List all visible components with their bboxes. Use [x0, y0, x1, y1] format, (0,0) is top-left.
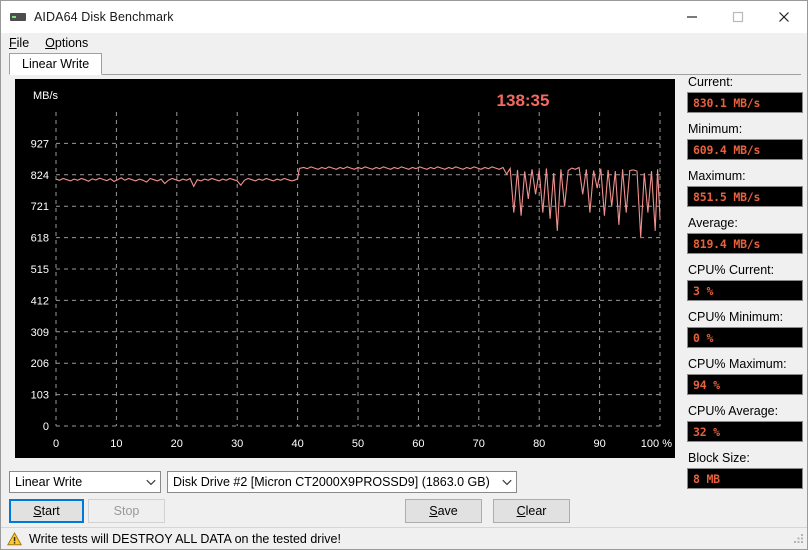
clear-button-accel: C [516, 504, 526, 518]
save-button[interactable]: Save [405, 499, 482, 523]
stat-current: Current: 830.1 MB/s [687, 75, 803, 113]
tab-linear-write[interactable]: Linear Write [9, 53, 103, 75]
y-tick-label: 103 [31, 390, 49, 402]
test-type-value: Linear Write [15, 475, 83, 489]
stat-cpu-average-value: 32 % [687, 421, 803, 442]
y-tick-label: 824 [31, 170, 49, 182]
start-button[interactable]: Start [9, 499, 84, 523]
y-tick-label: 618 [31, 233, 49, 245]
y-tick-label: 515 [31, 264, 49, 276]
benchmark-chart: 0 103 206 309 412 515 618 721 824 927 0 10 20 30 40 50… [15, 79, 675, 458]
start-button-accel: S [33, 504, 42, 518]
save-button-label: ave [437, 504, 458, 518]
clear-button-label: lear [525, 504, 547, 518]
drive-select[interactable]: Disk Drive #2 [Micron CT2000X9PROSSD9] (… [167, 471, 517, 493]
stat-cpu-minimum-label: CPU% Minimum: [688, 310, 784, 324]
stat-block-size-value: 8 MB [687, 468, 803, 489]
x-tick-label: 10 [110, 438, 122, 450]
tab-strip-underline [9, 74, 801, 75]
chevron-down-icon [142, 479, 160, 486]
x-tick-label: 20 [171, 438, 183, 450]
stop-button: Stop [88, 499, 165, 523]
stat-minimum: Minimum: 609.4 MB/s [687, 122, 803, 160]
stat-cpu-maximum-value: 94 % [687, 374, 803, 395]
minimize-button[interactable] [669, 1, 715, 33]
menu-item-options[interactable]: Options [45, 34, 97, 52]
x-tick-label: 0 [53, 438, 59, 450]
stat-cpu-average: CPU% Average: 32 % [687, 404, 803, 442]
stat-average-value: 819.4 MB/s [687, 233, 803, 254]
maximize-button[interactable] [715, 1, 761, 33]
y-tick-label: 0 [43, 421, 49, 433]
x-tick-label: 30 [231, 438, 243, 450]
y-tick-label: 412 [31, 295, 49, 307]
title-bar: AIDA64 Disk Benchmark [1, 1, 807, 33]
save-button-accel: S [429, 504, 438, 518]
x-tick-label: 50 [352, 438, 364, 450]
stat-average-label: Average: [688, 216, 738, 230]
tab-strip: Linear Write [9, 53, 801, 75]
tab-linear-write-label: Linear Write [22, 57, 90, 71]
statistics-sidebar: Current: 830.1 MB/s Minimum: 609.4 MB/s Maxi… [687, 75, 803, 498]
drive-select-value: Disk Drive #2 [Micron CT2000X9PROSSD9] (… [173, 475, 490, 489]
y-tick-label: 206 [31, 358, 49, 370]
window-title: AIDA64 Disk Benchmark [34, 10, 174, 24]
x-tick-label: 90 [593, 438, 605, 450]
chart-y-axis-labels: 0 103 206 309 412 515 618 721 824 927 [31, 138, 49, 433]
stat-maximum-value: 851.5 MB/s [687, 186, 803, 207]
x-tick-label: 40 [291, 438, 303, 450]
menu-item-file-rest: ile [16, 36, 30, 50]
menu-item-options-rest: ptions [54, 36, 89, 50]
disk-drive-icon [10, 9, 26, 25]
stat-current-value: 830.1 MB/s [687, 92, 803, 113]
start-button-label: tart [41, 504, 60, 518]
y-tick-label: 721 [31, 201, 49, 213]
y-tick-label: 309 [31, 327, 49, 339]
stat-cpu-current-label: CPU% Current: [688, 263, 775, 277]
x-tick-label: 100 % [641, 438, 672, 450]
stat-cpu-maximum-label: CPU% Maximum: [688, 357, 787, 371]
aida64-disk-benchmark-window: AIDA64 Disk Benchmark File Options Linea… [0, 0, 808, 550]
window-controls [669, 1, 807, 33]
x-tick-label: 70 [473, 438, 485, 450]
status-bar-text: Write tests will DESTROY ALL DATA on the… [29, 531, 341, 546]
y-tick-label: 927 [31, 138, 49, 150]
chart-canvas: 0 103 206 309 412 515 618 721 824 927 0 10 20 30 40 50… [31, 90, 673, 450]
stat-current-label: Current: [688, 75, 734, 89]
chevron-down-icon [498, 479, 516, 486]
menu-bar: File Options [1, 33, 807, 53]
status-bar: Write tests will DESTROY ALL DATA on the… [1, 527, 807, 549]
clear-button[interactable]: Clear [493, 499, 570, 523]
warning-triangle-icon [7, 531, 22, 546]
menu-item-file[interactable]: File [9, 34, 38, 52]
chart-x-axis-labels: 0 10 20 30 40 50 60 70 80 90 100 % [53, 438, 672, 450]
stat-cpu-minimum: CPU% Minimum: 0 % [687, 310, 803, 348]
stat-cpu-minimum-value: 0 % [687, 327, 803, 348]
chart-timer-label: 138:35 [497, 91, 550, 110]
stat-minimum-value: 609.4 MB/s [687, 139, 803, 160]
stop-button-label: Stop [113, 504, 140, 518]
stat-cpu-average-label: CPU% Average: [688, 404, 779, 418]
x-tick-label: 80 [533, 438, 545, 450]
stat-block-size-label: Block Size: [688, 451, 750, 465]
test-type-select[interactable]: Linear Write [9, 471, 161, 493]
x-tick-label: 60 [412, 438, 424, 450]
stat-block-size: Block Size: 8 MB [687, 451, 803, 489]
stat-cpu-maximum: CPU% Maximum: 94 % [687, 357, 803, 395]
stat-maximum: Maximum: 851.5 MB/s [687, 169, 803, 207]
stat-cpu-current: CPU% Current: 3 % [687, 263, 803, 301]
stat-cpu-current-value: 3 % [687, 280, 803, 301]
stat-maximum-label: Maximum: [688, 169, 746, 183]
chart-y-axis-unit: MB/s [33, 90, 59, 102]
resize-grip[interactable] [792, 532, 804, 547]
close-button[interactable] [761, 1, 807, 33]
stat-minimum-label: Minimum: [688, 122, 743, 136]
stat-average: Average: 819.4 MB/s [687, 216, 803, 254]
